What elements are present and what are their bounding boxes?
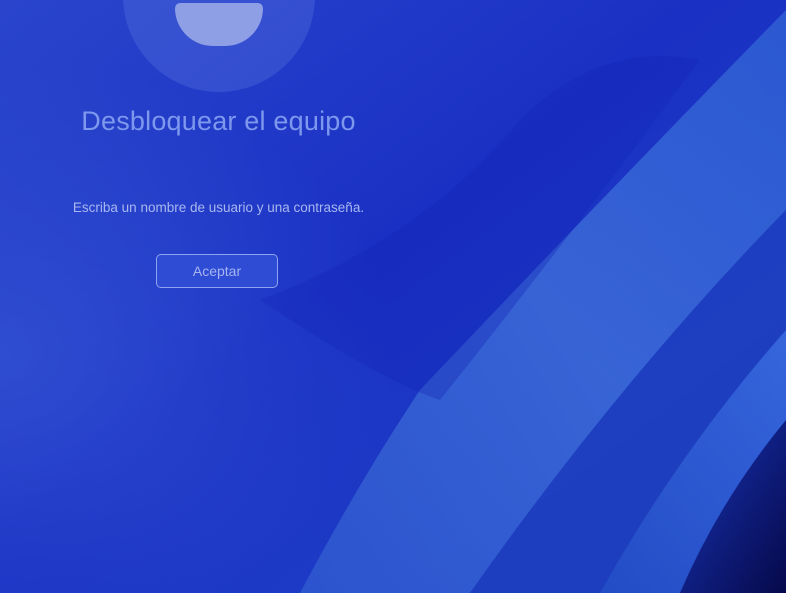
- instruction-message: Escriba un nombre de usuario y una contr…: [72, 200, 365, 215]
- wallpaper: [0, 0, 786, 593]
- ok-button[interactable]: Aceptar: [156, 254, 278, 288]
- page-title: Desbloquear el equipo: [81, 106, 356, 136]
- avatar-body-shape: [175, 3, 263, 46]
